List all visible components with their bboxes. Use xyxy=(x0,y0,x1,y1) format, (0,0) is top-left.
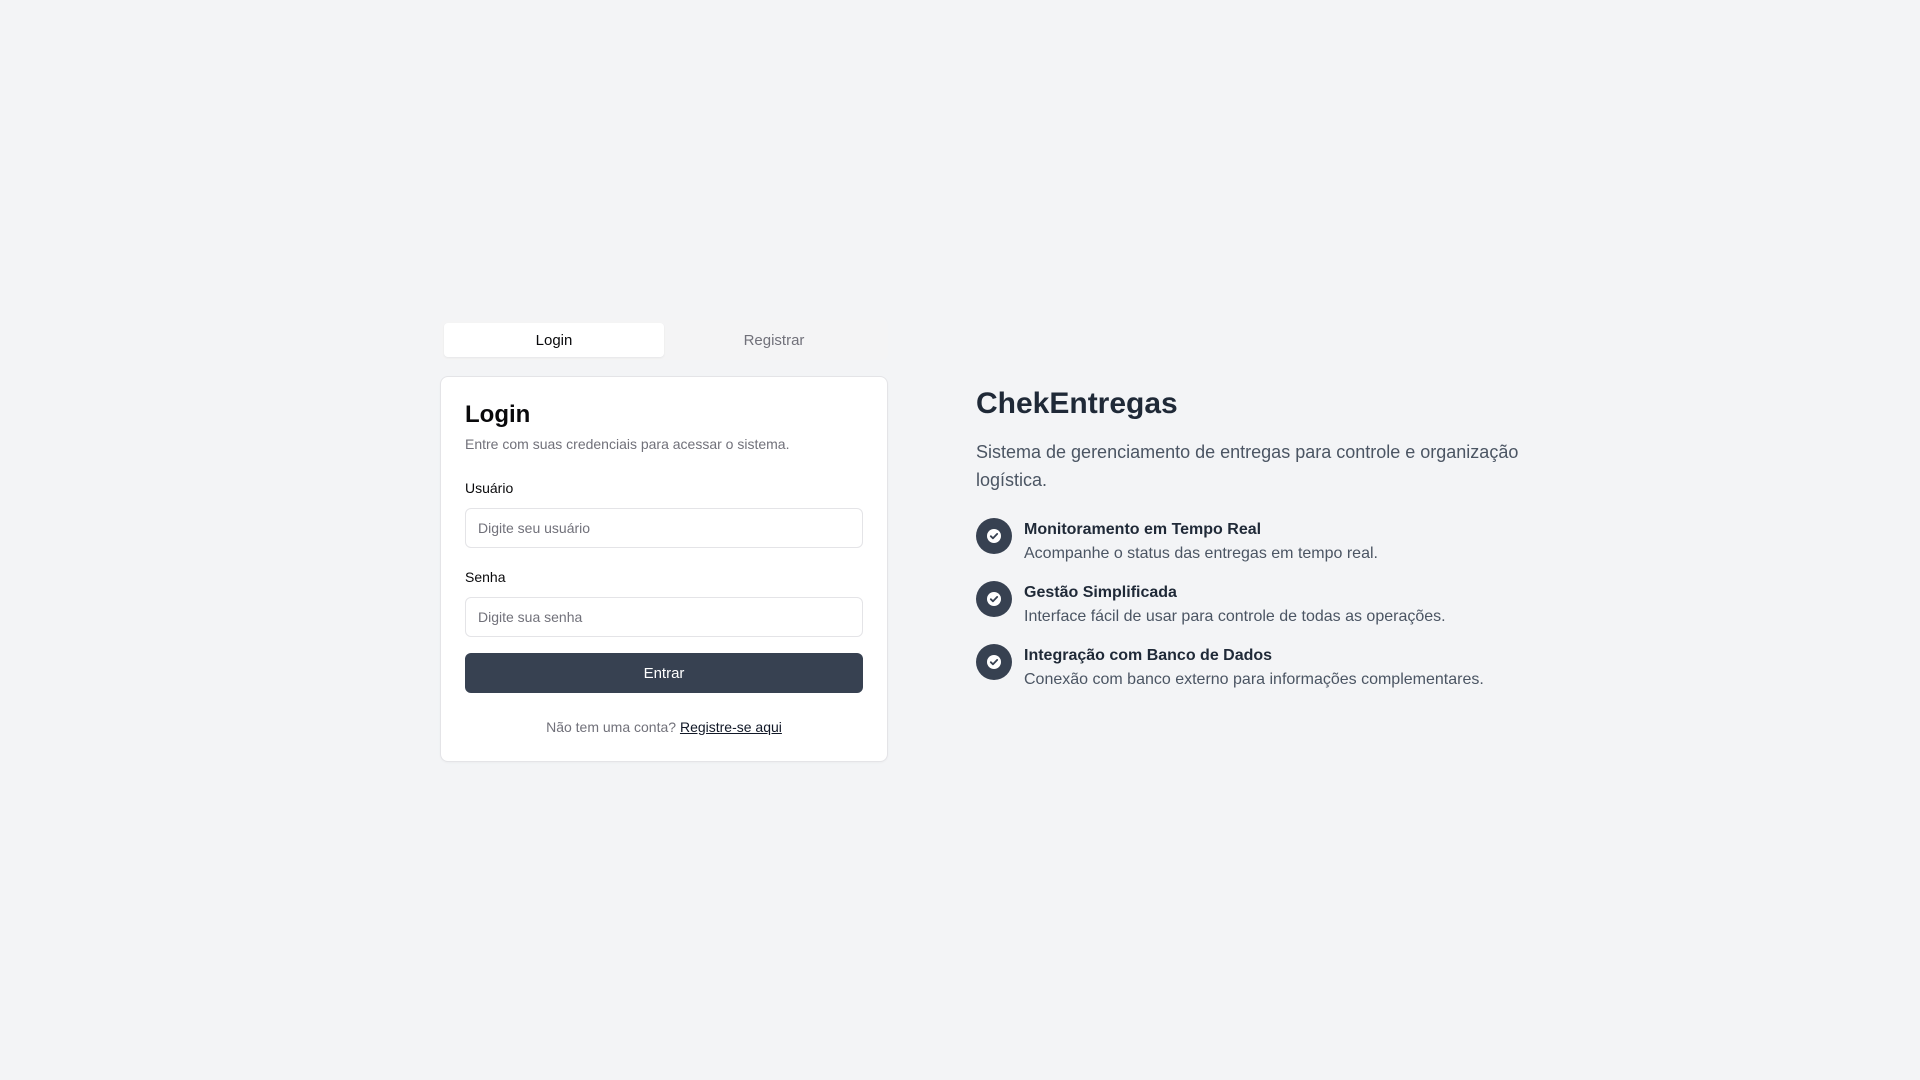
check-circle-icon xyxy=(976,644,1012,680)
password-input[interactable] xyxy=(465,597,863,637)
tab-login[interactable]: Login xyxy=(444,323,664,357)
register-link[interactable]: Registre-se aqui xyxy=(680,719,782,735)
feature-title: Integração com Banco de Dados xyxy=(1024,647,1273,664)
check-circle-icon xyxy=(976,518,1012,554)
login-card-description: Entre com suas credenciais para acessar … xyxy=(465,436,790,452)
register-prompt: Não tem uma conta? Registre-se aqui xyxy=(465,719,863,735)
feature-title: Gestão Simplificada xyxy=(1024,584,1177,601)
tab-register[interactable]: Registrar xyxy=(664,323,884,357)
username-input[interactable] xyxy=(465,508,863,548)
feature-item: Gestão Simplificada Interface fácil de u… xyxy=(976,581,1536,628)
password-label: Senha xyxy=(465,569,506,585)
register-prompt-text: Não tem uma conta? xyxy=(546,719,677,735)
brand-tagline: Sistema de gerenciamento de entregas par… xyxy=(976,442,1519,490)
feature-description: Conexão com banco externo para informaçõ… xyxy=(1024,671,1484,688)
info-panel: ChekEntregas Sistema de gerenciamento de… xyxy=(976,384,1536,691)
check-circle-icon xyxy=(976,581,1012,617)
auth-tabs: Login Registrar xyxy=(440,320,888,360)
feature-description: Interface fácil de usar para controle de… xyxy=(1024,608,1446,625)
login-card: Login Entre com suas credenciais para ac… xyxy=(440,376,888,762)
auth-panel: Login Registrar Login Entre com suas cre… xyxy=(440,320,888,762)
feature-item: Monitoramento em Tempo Real Acompanhe o … xyxy=(976,518,1536,565)
feature-list: Monitoramento em Tempo Real Acompanhe o … xyxy=(976,518,1536,691)
username-label: Usuário xyxy=(465,480,514,496)
login-submit-button[interactable]: Entrar xyxy=(465,653,863,693)
feature-description: Acompanhe o status das entregas em tempo… xyxy=(1024,545,1378,562)
brand-title: ChekEntregas xyxy=(976,387,1178,420)
feature-title: Monitoramento em Tempo Real xyxy=(1024,521,1262,538)
login-card-title: Login xyxy=(465,401,531,428)
feature-item: Integração com Banco de Dados Conexão co… xyxy=(976,644,1536,691)
